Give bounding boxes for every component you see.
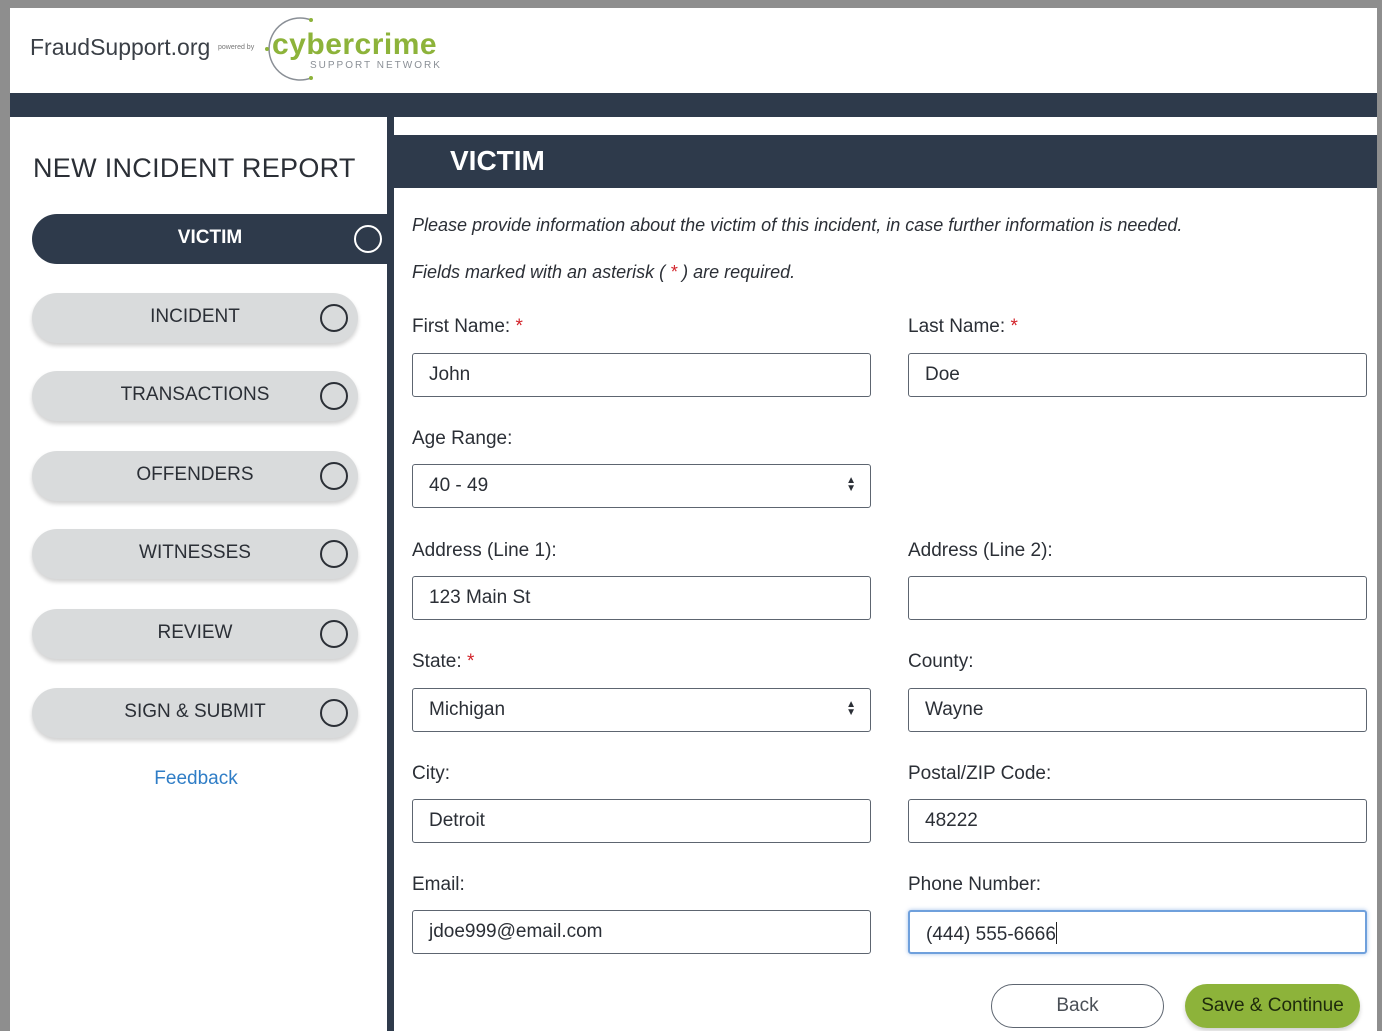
circle-icon — [320, 540, 348, 568]
step-witnesses[interactable]: WITNESSES — [32, 529, 358, 579]
required-star: * — [466, 651, 475, 672]
sidebar: NEW INCIDENT REPORT VICTIM INCIDENT TRAN… — [10, 117, 392, 1031]
age-range-value: 40 - 49 — [429, 475, 489, 496]
phone-input[interactable]: (444) 555-6666 — [908, 910, 1367, 954]
brand-name[interactable]: cybercrime — [272, 28, 437, 62]
intro-text: Please provide information about the vic… — [412, 215, 1183, 235]
phone-value: (444) 555-6666 — [926, 924, 1056, 945]
site-logo-text[interactable]: FraudSupport.org — [30, 34, 210, 61]
select-arrows-icon: ▲ ▼ — [846, 699, 856, 718]
step-label: VICTIM — [177, 227, 243, 248]
address2-input[interactable] — [908, 576, 1367, 620]
city-input[interactable]: Detroit — [412, 799, 871, 843]
age-range-select[interactable]: 40 - 49 ▲ ▼ — [412, 464, 871, 508]
address1-label: Address (Line 1): — [412, 540, 557, 561]
circle-icon — [320, 620, 348, 648]
email-label: Email: — [412, 874, 465, 895]
circle-icon — [320, 462, 348, 490]
state-select[interactable]: Michigan ▲ ▼ — [412, 688, 871, 732]
section-title: VICTIM — [450, 145, 545, 176]
first-name-input[interactable]: John — [412, 353, 871, 397]
address2-label: Address (Line 2): — [908, 540, 1053, 561]
city-label: City: — [412, 763, 450, 784]
save-continue-button[interactable]: Save & Continue — [1185, 984, 1360, 1028]
county-input[interactable]: Wayne — [908, 688, 1367, 732]
section-header: VICTIM — [394, 135, 1377, 188]
required-note: Fields marked with an asterisk ( * ) are… — [412, 262, 795, 283]
label-text: State: — [412, 651, 462, 672]
sidebar-divider — [387, 117, 394, 1031]
circle-icon — [320, 304, 348, 332]
powered-by-text: powered by — [218, 44, 255, 51]
circle-icon — [320, 382, 348, 410]
age-range-label: Age Range: — [412, 428, 513, 449]
step-review[interactable]: REVIEW — [32, 609, 358, 659]
county-label: County: — [908, 651, 974, 672]
back-button[interactable]: Back — [991, 984, 1164, 1028]
phone-label: Phone Number: — [908, 874, 1042, 895]
step-victim[interactable]: VICTIM — [32, 214, 392, 264]
top-navbar — [10, 93, 1377, 117]
email-input[interactable]: jdoe999@email.com — [412, 910, 871, 954]
required-star: * — [1010, 316, 1018, 337]
required-note-pre: Fields marked with an asterisk ( — [412, 262, 666, 282]
brand-tagline: SUPPORT NETWORK — [310, 60, 442, 71]
select-arrows-icon: ▲ ▼ — [846, 475, 856, 494]
sidebar-title: NEW INCIDENT REPORT — [33, 153, 356, 183]
step-label: SIGN & SUBMIT — [124, 701, 266, 722]
zip-label: Postal/ZIP Code: — [908, 763, 1052, 784]
main-content: VICTIM Please provide information about … — [394, 117, 1377, 1031]
required-star: * — [515, 316, 523, 337]
label-text: First Name: — [412, 316, 511, 337]
last-name-label: Last Name: * — [908, 316, 1018, 338]
address1-input[interactable]: 123 Main St — [412, 576, 871, 620]
step-label: OFFENDERS — [136, 464, 254, 485]
required-note-post: ) are required. — [682, 262, 796, 282]
step-incident[interactable]: INCIDENT — [32, 293, 358, 343]
first-name-label: First Name: * — [412, 316, 523, 338]
required-star: * — [665, 262, 683, 282]
last-name-input[interactable]: Doe — [908, 353, 1367, 397]
step-label: REVIEW — [157, 622, 233, 643]
step-label: WITNESSES — [139, 542, 251, 563]
step-transactions[interactable]: TRANSACTIONS — [32, 371, 358, 421]
step-offenders[interactable]: OFFENDERS — [32, 451, 358, 501]
step-label: INCIDENT — [150, 306, 240, 327]
step-label: TRANSACTIONS — [120, 384, 270, 405]
zip-input[interactable]: 48222 — [908, 799, 1367, 843]
circle-icon — [354, 225, 382, 253]
site-header: FraudSupport.org powered by cybercrime S… — [10, 8, 1377, 93]
circle-icon — [320, 699, 348, 727]
step-sign-submit[interactable]: SIGN & SUBMIT — [32, 688, 358, 738]
app-frame: FraudSupport.org powered by cybercrime S… — [10, 8, 1377, 1031]
state-label: State: * — [412, 651, 474, 673]
state-value: Michigan — [429, 699, 506, 720]
feedback-link[interactable]: Feedback — [10, 768, 382, 790]
text-caret — [1055, 922, 1057, 944]
label-text: Last Name: — [908, 316, 1006, 337]
